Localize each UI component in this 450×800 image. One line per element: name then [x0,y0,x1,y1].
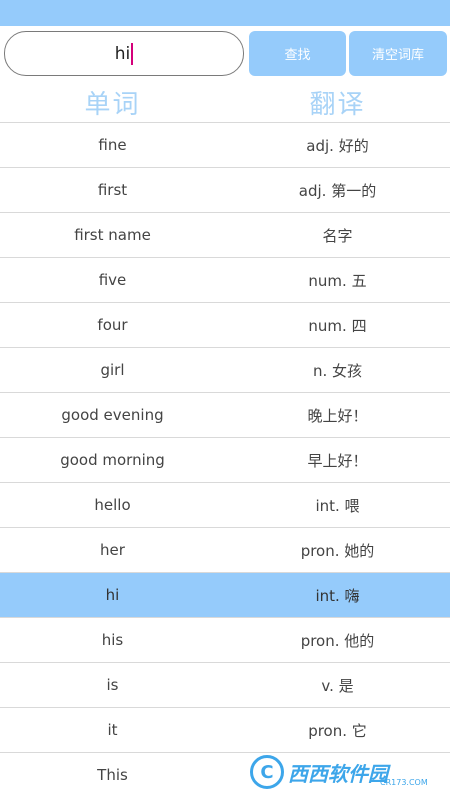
list-item-word: good morning [60,451,165,469]
list-item[interactable]: her pron. 她的 [0,527,450,572]
list-item-translation: n. 女孩 [312,361,363,380]
list-item-word: girl [100,361,125,379]
watermark: C 西西软件园 CR173.COM [250,752,440,792]
list-item[interactable]: it pron. 它 [0,707,450,752]
list-item[interactable]: hello int. 喂 [0,482,450,527]
list-item-translation: adj. 好的 [306,136,369,155]
list-item-translation: pron. 它 [308,721,367,740]
table-header: 单词 翻译 [0,82,450,122]
list-item[interactable]: five num. 五 [0,257,450,302]
list-item-translation: num. 五 [308,271,367,290]
watermark-text: 西西软件园 [288,761,388,786]
list-item-word: is [106,676,119,694]
list-item-word: good evening [61,406,164,424]
search-input[interactable]: hi [4,31,244,76]
list-item[interactable]: girl n. 女孩 [0,347,450,392]
list-item[interactable]: hi int. 嗨 [0,572,450,617]
list-item-word: This [97,766,128,784]
list-item-word: fine [98,136,127,154]
header-word: 单词 [84,89,141,120]
list-item-word: hello [94,496,131,514]
list-item[interactable]: fine adj. 好的 [0,122,450,167]
list-item-translation: v. 是 [321,676,354,695]
list-item-translation: int. 喂 [315,496,360,515]
list-item-translation: 晚上好！ [307,406,368,425]
word-list: fine adj. 好的 first adj. 第一的 first name 名字 five… [0,122,450,797]
list-item-translation: adj. 第一的 [298,181,377,200]
list-item-word: his [101,631,124,649]
list-item-word: five [98,271,127,289]
list-item-word: it [107,721,118,739]
text-caret [131,42,134,65]
list-item-word: first [97,181,128,199]
list-item-translation: pron. 她的 [300,541,375,560]
list-item-translation: pron. 他的 [300,631,375,650]
status-bar [0,0,450,26]
list-item[interactable]: good morning 早上好！ [0,437,450,482]
search-input-value: hi [114,43,131,64]
list-item[interactable]: first name 名字 [0,212,450,257]
list-item[interactable]: is v. 是 [0,662,450,707]
list-item[interactable]: his pron. 他的 [0,617,450,662]
watermark-logo-icon: C [250,755,284,789]
list-item-word: first name [74,226,151,244]
list-item[interactable]: four num. 四 [0,302,450,347]
list-item-translation: int. 嗨 [315,586,360,605]
header-translation: 翻译 [309,89,366,120]
list-item[interactable]: good evening 晚上好！ [0,392,450,437]
list-item-translation: 早上好！ [307,451,368,470]
list-item-word: hi [105,586,120,604]
watermark-subtext: CR173.COM [380,778,428,787]
list-item-translation: num. 四 [308,316,367,335]
clear-dictionary-button[interactable]: 清空词库 [349,31,447,76]
list-item-translation: 名字 [322,226,353,245]
list-item-word: her [100,541,125,559]
list-item[interactable]: first adj. 第一的 [0,167,450,212]
search-bar: hi 查找 清空词库 [0,26,450,82]
list-item-word: four [97,316,128,334]
search-button[interactable]: 查找 [249,31,346,76]
